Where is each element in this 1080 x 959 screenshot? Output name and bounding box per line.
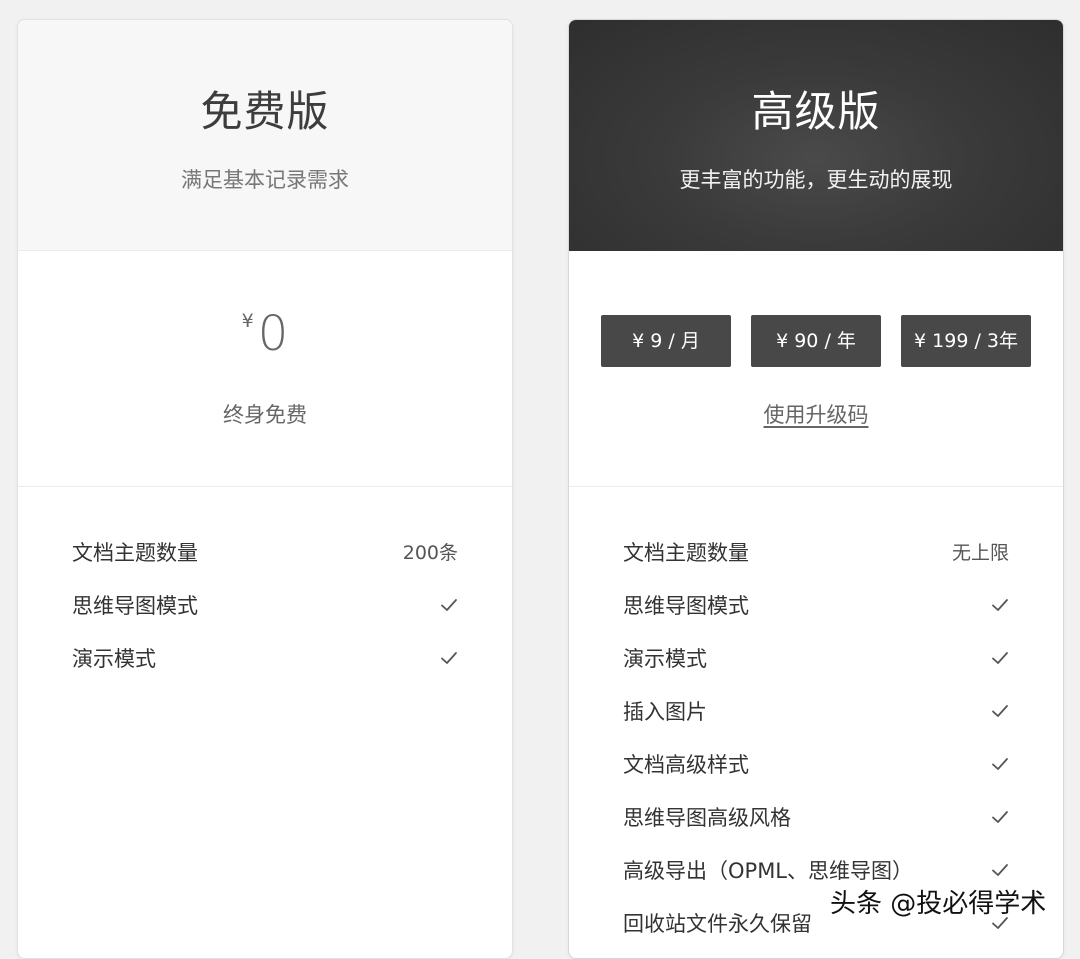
checkmark-icon [991,808,1009,826]
checkmark-icon [991,755,1009,773]
feature-row: 演示模式 [623,631,1009,684]
price-note: 终身免费 [223,403,307,427]
plan-title: 高级版 [751,87,881,136]
feature-label: 文档主题数量 [72,540,198,565]
free-plan-header: 免费版 满足基本记录需求 [18,20,512,251]
feature-label: 文档主题数量 [623,540,749,565]
feature-label: 思维导图模式 [623,593,749,618]
plan-subtitle: 更丰富的功能，更生动的展现 [679,168,953,192]
feature-row: 文档主题数量 200条 [72,525,458,578]
checkmark-icon [440,649,458,667]
checkmark-icon [991,649,1009,667]
price-display: ¥0 [18,306,512,362]
free-plan-price-section: ¥0 终身免费 [18,251,512,487]
yearly-price-button[interactable]: ¥ 90 / 年 [751,315,881,367]
feature-label: 高级导出（OPML、思维导图） [623,858,914,883]
feature-list: 文档主题数量 无上限思维导图模式 演示模式插入图片文档高级样式思维导图高级风格高级导… [569,487,1063,949]
feature-list: 文档主题数量 200条思维导图模式 演示模式 [18,487,512,684]
checkmark-icon [440,596,458,614]
feature-value: 200条 [402,542,458,564]
feature-row: 思维导图模式 [623,578,1009,631]
feature-label: 文档高级样式 [623,752,749,777]
checkmark-icon [991,596,1009,614]
feature-label: 思维导图高级风格 [623,805,791,830]
feature-row: 插入图片 [623,684,1009,737]
feature-row: 思维导图高级风格 [623,790,1009,843]
feature-row: 思维导图模式 [72,578,458,631]
watermark-text: 头条 @投必得学术 [830,889,1047,919]
premium-plan-header: 高级版 更丰富的功能，更生动的展现 [569,20,1063,251]
feature-row: 演示模式 [72,631,458,684]
feature-label: 思维导图模式 [72,593,198,618]
feature-label: 演示模式 [72,646,156,671]
feature-label: 演示模式 [623,646,707,671]
plan-subtitle: 满足基本记录需求 [181,168,349,192]
monthly-price-button[interactable]: ¥ 9 / 月 [601,315,731,367]
upgrade-code-link[interactable]: 使用升级码 [569,399,1063,429]
three-year-price-button[interactable]: ¥ 199 / 3年 [901,315,1031,367]
feature-value: 无上限 [951,542,1009,564]
premium-plan-card: 高级版 更丰富的功能，更生动的展现 ¥ 9 / 月 ¥ 90 / 年 ¥ 199… [568,19,1064,959]
feature-label: 插入图片 [623,699,707,724]
feature-row: 文档高级样式 [623,737,1009,790]
free-plan-card: 免费版 满足基本记录需求 ¥0 终身免费 文档主题数量 200条思维导图模式 演示模… [17,19,513,959]
currency-symbol: ¥ [241,310,254,332]
feature-label: 回收站文件永久保留 [623,911,812,936]
price-options: ¥ 9 / 月 ¥ 90 / 年 ¥ 199 / 3年 [601,315,1031,367]
checkmark-icon [991,702,1009,720]
price-amount: 0 [257,306,289,362]
plan-title: 免费版 [200,87,330,136]
premium-plan-price-section: ¥ 9 / 月 ¥ 90 / 年 ¥ 199 / 3年 使用升级码 [569,251,1063,487]
feature-row: 文档主题数量 无上限 [623,525,1009,578]
checkmark-icon [991,861,1009,879]
